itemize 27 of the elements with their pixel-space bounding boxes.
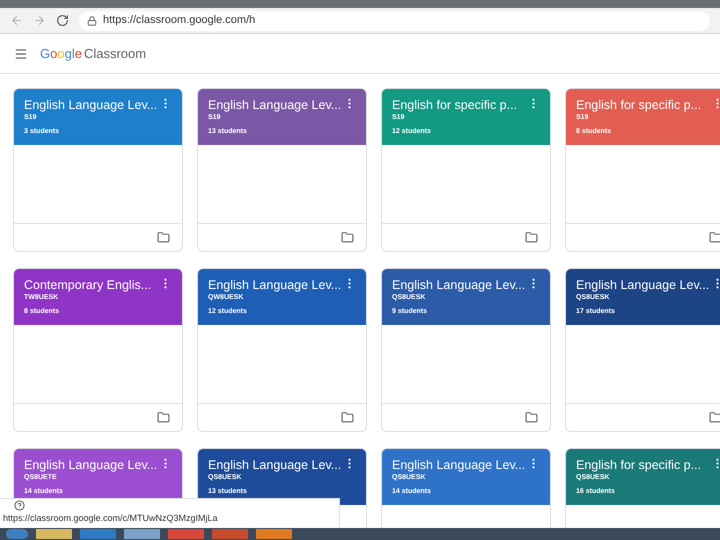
class-title[interactable]: English for specific p... [392, 97, 518, 113]
class-title[interactable]: English for specific p... [576, 457, 702, 473]
folder-icon[interactable] [157, 231, 170, 244]
app-logo[interactable]: Google Classroom [40, 44, 146, 64]
folder-icon[interactable] [157, 411, 170, 424]
help-icon[interactable] [14, 500, 25, 511]
class-title[interactable]: English Language Lev... [208, 97, 342, 113]
reload-icon[interactable] [56, 14, 69, 27]
class-title[interactable]: English Language Lev... [392, 277, 526, 293]
class-title[interactable]: English for specific p... [576, 97, 702, 113]
class-title[interactable]: English Language Lev... [24, 97, 158, 113]
folder-icon[interactable] [341, 411, 354, 424]
lock-icon [87, 16, 97, 26]
folder-icon[interactable] [341, 231, 354, 244]
address-bar[interactable]: https://classroom.google.com/h [79, 10, 710, 30]
url-text: https://classroom.google.com/h [103, 13, 256, 28]
folder-icon[interactable] [525, 411, 538, 424]
class-title[interactable]: English Language Lev... [392, 457, 526, 473]
folder-icon[interactable] [709, 231, 720, 244]
folder-icon[interactable] [525, 231, 538, 244]
class-title[interactable]: English Language Lev... [208, 457, 342, 473]
class-title[interactable]: Contemporary Englis... [24, 277, 152, 293]
class-title[interactable]: English Language Lev... [208, 277, 342, 293]
folder-icon[interactable] [709, 411, 720, 424]
class-title[interactable]: English Language Lev... [576, 277, 710, 293]
class-title[interactable]: English Language Lev... [24, 457, 158, 473]
menu-icon[interactable] [14, 46, 28, 60]
